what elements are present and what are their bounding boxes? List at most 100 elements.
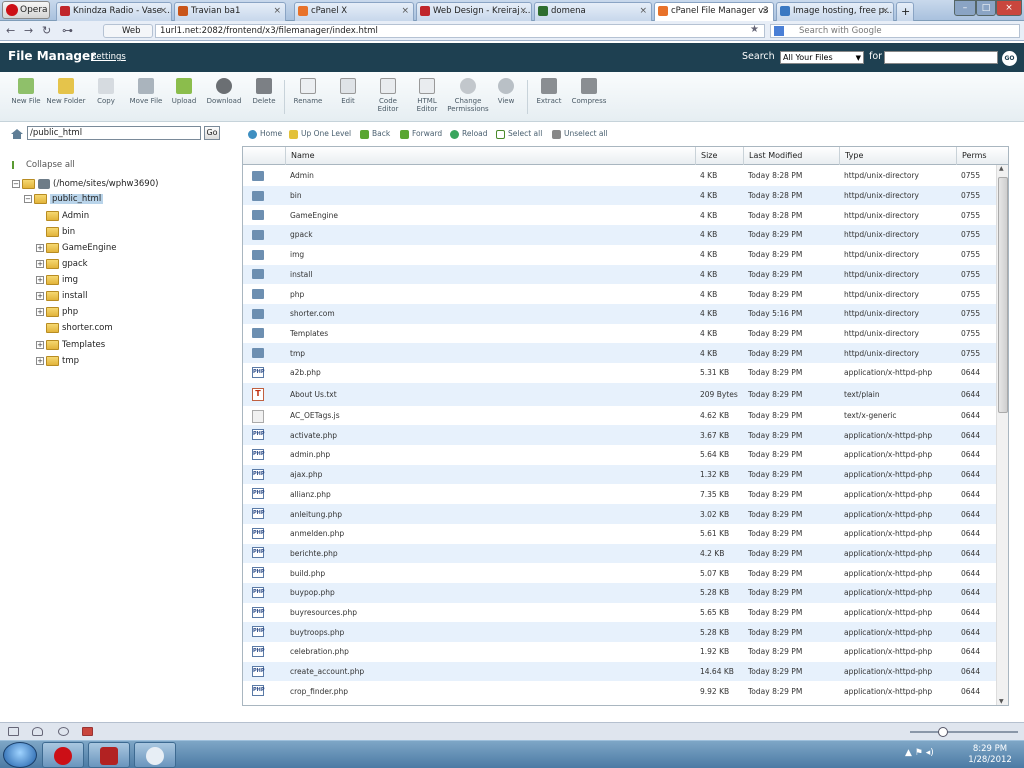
key-icon[interactable]: ⊶ [62,24,73,38]
table-row[interactable]: tmp 4 KB Today 8:29 PM httpd/unix-directory… [243,343,1008,363]
google-search-field[interactable]: Search with Google [770,24,1020,38]
table-row[interactable]: GameEngine 4 KB Today 8:28 PM httpd/unix-di… [243,205,1008,225]
opera-menu-button[interactable]: Opera [2,1,50,19]
search-scope-select[interactable]: All Your Files ▼ [780,51,864,64]
table-row[interactable]: gpack 4 KB Today 8:29 PM httpd/unix-directo… [243,225,1008,245]
tree-node-install[interactable]: + install [36,289,87,303]
tree-root[interactable]: − (/home/sites/wphw3690) [12,177,158,191]
vertical-scrollbar[interactable]: ▲ ▼ [996,165,1008,705]
back-arrow-icon[interactable]: ← [6,24,15,38]
new-tab-button[interactable]: + [896,2,914,21]
url-field[interactable]: 1url1.net:2082/frontend/x3/filemanager/i… [155,24,765,38]
table-row[interactable]: PHP anleitung.php 3.02 KB Today 8:29 PM appl… [243,504,1008,524]
edit-button[interactable]: Edit [328,78,368,105]
tree-node-gpack[interactable]: + gpack [36,257,88,271]
new-folder-button[interactable]: New Folder [46,78,86,105]
settings-link[interactable]: Settings [91,52,126,62]
table-row[interactable]: PHP activate.php 3.67 KB Today 8:29 PM appli… [243,425,1008,446]
expand-toggle-icon[interactable]: + [36,340,44,349]
taskbar-paint[interactable] [134,742,176,768]
forward-link[interactable]: Forward [400,128,442,140]
start-button[interactable] [3,742,37,768]
search-input[interactable] [884,51,998,64]
table-row[interactable]: PHP ajax.php 1.32 KB Today 8:29 PM applicati… [243,464,1008,485]
share-icon[interactable] [58,727,69,736]
unite-icon[interactable] [32,727,43,736]
table-row[interactable]: PHP crop_finder.php 9.92 KB Today 8:29 PM ap… [243,682,1008,702]
table-row[interactable]: AC_OETags.js 4.62 KB Today 8:29 PM text/x-g… [243,406,1008,426]
html-editor-button[interactable]: HTML Editor [407,78,447,113]
select-all-link[interactable]: Select all [496,128,542,140]
column-last-modified[interactable]: Last Modified [743,147,839,165]
bookmark-star-icon[interactable]: ★ [750,24,759,35]
tray-icons[interactable]: ▲ ⚑ ◂) [905,748,934,758]
tree-node-bin[interactable]: bin [36,225,75,239]
table-row[interactable]: Templates 4 KB Today 8:29 PM httpd/unix-dir… [243,324,1008,344]
expand-toggle-icon[interactable]: + [36,275,44,284]
table-row[interactable]: img 4 KB Today 8:29 PM httpd/unix-directory… [243,245,1008,265]
tab-domena[interactable]: domena × [534,2,652,21]
table-row[interactable]: PHP buypop.php 5.28 KB Today 8:29 PM applica… [243,583,1008,603]
tree-node-php[interactable]: + php [36,305,78,319]
tree-node-admin[interactable]: Admin [36,209,89,223]
expand-toggle-icon[interactable]: + [36,243,44,252]
table-row[interactable]: Admin 4 KB Today 8:28 PM httpd/unix-directo… [243,166,1008,186]
tree-node-shorter-com[interactable]: shorter.com [36,321,113,335]
upload-button[interactable]: Upload [164,78,204,105]
unselect-all-link[interactable]: Unselect all [552,128,608,140]
tree-node-gameengine[interactable]: + GameEngine [36,241,116,255]
expand-toggle-icon[interactable]: + [36,356,44,365]
delete-button[interactable]: Delete [244,78,284,105]
expand-toggle-icon[interactable]: + [36,259,44,268]
tree-node-public-html[interactable]: − public_html [24,192,104,206]
home-folder-icon[interactable] [10,128,24,140]
table-row[interactable]: php 4 KB Today 8:29 PM httpd/unix-directory… [243,284,1008,304]
tab-image-hosting[interactable]: Image hosting, free p... × [776,2,894,21]
maximize-icon[interactable]: □ [976,0,996,16]
tab-cpanel-file-manager[interactable]: cPanel File Manager v3 × [654,2,774,22]
copy-button[interactable]: Copy [86,78,126,105]
close-tab-icon[interactable]: × [519,3,527,20]
close-tab-icon[interactable]: × [761,3,769,20]
change-permissions-button[interactable]: Change Permissions [444,78,492,113]
table-row[interactable]: PHP berichte.php 4.2 KB Today 8:29 PM applic… [243,543,1008,564]
search-go-button[interactable]: GO [1002,51,1017,66]
table-row[interactable]: PHP celebration.php 1.92 KB Today 8:29 PM ap… [243,642,1008,662]
turbo-icon[interactable] [82,727,93,736]
minimize-icon[interactable]: – [954,0,976,16]
code-editor-button[interactable]: Code Editor [368,78,408,113]
panel-toggle-icon[interactable] [8,727,19,736]
up-one-level-link[interactable]: Up One Level [289,128,351,140]
clock[interactable]: 8:29 PM 1/28/2012 [960,744,1020,766]
tree-node-templates[interactable]: + Templates [36,338,105,352]
tab-travian[interactable]: Travian ba1 × [174,2,286,21]
scroll-up-icon[interactable]: ▲ [999,165,1004,172]
tab-knindza-radio[interactable]: Knindza Radio - Vase ... × [56,2,172,21]
table-row[interactable]: PHP build.php 5.07 KB Today 8:29 PM applicat… [243,563,1008,583]
move-file-button[interactable]: Move File [126,78,166,105]
expand-toggle-icon[interactable]: + [36,307,44,316]
tree-node-img[interactable]: + img [36,273,78,287]
path-go-button[interactable]: Go [204,126,220,140]
back-link[interactable]: Back [360,128,390,140]
close-tab-icon[interactable]: × [639,3,647,20]
table-row[interactable]: PHP create_account.php 14.64 KB Today 8:29 … [243,661,1008,682]
tab-web-design[interactable]: Web Design - Kreiraj ... × [416,2,532,21]
table-row[interactable]: PHP a2b.php 5.31 KB Today 8:29 PM applicatio… [243,363,1008,383]
table-row[interactable]: shorter.com 4 KB Today 5:16 PM httpd/unix-d… [243,303,1008,324]
table-row[interactable]: PHP buyresources.php 5.65 KB Today 8:29 PM a… [243,603,1008,623]
collapse-toggle-icon[interactable]: − [12,179,20,188]
taskbar-opera[interactable] [42,742,84,768]
reload-icon[interactable]: ↻ [42,24,51,38]
tab-cpanel-x[interactable]: cPanel X × [294,2,414,21]
forward-arrow-icon[interactable]: → [24,24,33,38]
collapse-all-link[interactable]: Collapse all [12,158,75,172]
expand-toggle-icon[interactable]: + [36,291,44,300]
scroll-down-icon[interactable]: ▼ [999,698,1004,705]
close-tab-icon[interactable]: × [881,3,889,20]
column-type[interactable]: Type [839,147,956,165]
download-button[interactable]: Download [204,78,244,105]
table-row[interactable]: install 4 KB Today 8:29 PM httpd/unix-direc… [243,264,1008,285]
column-size[interactable]: Size [695,147,743,165]
zoom-knob[interactable] [938,727,948,737]
